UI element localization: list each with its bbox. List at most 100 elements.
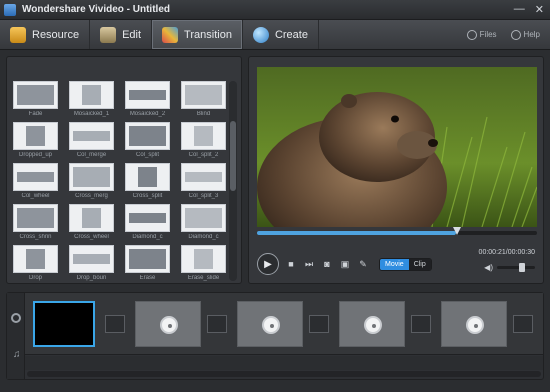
transition-item[interactable]: Dropped_up	[13, 122, 58, 162]
help-label: Help	[523, 29, 540, 39]
transition-label: Cross_shrin	[19, 234, 52, 240]
close-button[interactable]: ✕	[535, 3, 544, 16]
transition-item[interactable]: Col_wheel	[13, 163, 58, 203]
transition-label: Dropped_up	[18, 152, 53, 158]
transition-item[interactable]: Cross_shrin	[13, 204, 58, 244]
transition-preview-shape	[26, 249, 45, 269]
main-toolbar: Resource Edit Transition Create Files He…	[0, 20, 550, 50]
transition-thumbnail	[69, 204, 114, 232]
video-preview[interactable]	[257, 67, 537, 227]
tab-resource-label: Resource	[32, 28, 80, 41]
transition-item[interactable]: Diamond_c	[125, 204, 170, 244]
transition-thumbnail	[181, 163, 226, 191]
transition-item[interactable]: Drop_boun	[69, 245, 114, 281]
mode-clip-button[interactable]: Clip	[408, 258, 431, 270]
title-bar: Wondershare Vivideo - Untitled — ✕	[0, 0, 550, 20]
transition-item[interactable]: Cross_split	[125, 163, 170, 203]
transition-thumbnail	[13, 204, 58, 232]
transition-thumbnail	[13, 163, 58, 191]
timeline-clip-empty[interactable]	[339, 301, 405, 347]
transition-slot[interactable]	[105, 315, 125, 333]
transition-preview-shape	[194, 126, 213, 146]
transition-thumbnail	[125, 81, 170, 109]
help-button[interactable]: Help	[510, 29, 540, 40]
snapshot-button[interactable]: ◙	[321, 258, 333, 270]
timeline-clip-empty[interactable]	[135, 301, 201, 347]
fullscreen-button[interactable]: ▣	[339, 258, 351, 270]
player-controls: ▶ ■ ⏭ ◙ ▣ ✎ Movie Clip	[257, 253, 432, 275]
transition-preview-shape	[185, 85, 222, 105]
files-label: Files	[479, 29, 497, 39]
tab-edit[interactable]: Edit	[90, 20, 153, 49]
transition-label: Col_split_3	[188, 193, 219, 199]
seek-handle[interactable]	[453, 227, 461, 235]
transition-item[interactable]: Col_merge	[69, 122, 114, 162]
transition-item[interactable]: Diamond_c	[181, 204, 226, 244]
transition-preview-shape	[73, 254, 110, 264]
timeline-clip-empty[interactable]	[237, 301, 303, 347]
tab-transition-label: Transition	[184, 28, 232, 41]
transition-preview-shape	[17, 172, 54, 182]
mode-movie-button[interactable]: Movie	[380, 258, 409, 270]
transition-item[interactable]: Cross_merg	[69, 163, 114, 203]
transition-label: Erase	[139, 275, 156, 281]
transition-preview-shape	[129, 126, 166, 146]
transition-slot[interactable]	[513, 315, 533, 333]
volume-handle[interactable]	[519, 263, 525, 272]
transition-slot[interactable]	[411, 315, 431, 333]
resource-icon	[10, 26, 26, 43]
transition-label: Erase_slide	[187, 275, 220, 281]
transition-thumbnail	[69, 245, 114, 273]
timeline-panel: ♫	[6, 292, 544, 380]
play-button[interactable]: ▶	[257, 253, 279, 275]
files-button[interactable]: Files	[466, 29, 497, 40]
volume-slider[interactable]	[497, 263, 535, 272]
transition-item[interactable]: Col_split	[125, 122, 170, 162]
transition-item[interactable]: Erase_slide	[181, 245, 226, 281]
help-icon	[510, 29, 521, 40]
transition-label: Col_wheel	[21, 193, 50, 199]
tab-create[interactable]: Create	[243, 20, 319, 49]
edit-clip-button[interactable]: ✎	[357, 258, 369, 270]
transition-preview-shape	[73, 167, 110, 187]
seek-bar[interactable]	[257, 227, 537, 235]
transition-item[interactable]: Drop	[13, 245, 58, 281]
transition-preview-shape	[129, 249, 166, 269]
transition-scrollbar[interactable]	[229, 81, 237, 281]
transition-label: Drop	[28, 275, 42, 281]
transition-item[interactable]: Blind	[181, 81, 226, 121]
tab-transition[interactable]: Transition	[152, 20, 243, 49]
film-reel-icon	[466, 316, 484, 334]
volume-icon[interactable]: ◀)	[484, 263, 493, 272]
transition-item[interactable]: Fade	[13, 81, 58, 121]
transition-thumbnail	[125, 122, 170, 150]
film-reel-icon	[160, 316, 178, 334]
transition-icon	[162, 26, 179, 43]
transition-preview-shape	[82, 208, 101, 228]
minimize-button[interactable]: —	[514, 3, 525, 16]
transition-item[interactable]: Cross_wheel	[69, 204, 114, 244]
transition-preview-shape	[194, 249, 213, 269]
scrollbar-thumb[interactable]	[230, 121, 236, 191]
tab-resource[interactable]: Resource	[0, 20, 91, 49]
audio-track[interactable]	[25, 356, 543, 370]
transition-item[interactable]: Mosaicked_1	[69, 81, 114, 121]
transition-item[interactable]: Erase	[125, 245, 170, 281]
timeline-side: ♫	[7, 293, 25, 379]
transition-preview-shape	[129, 213, 166, 223]
transition-preview-shape	[17, 85, 54, 105]
transition-item[interactable]: Col_split_2	[181, 122, 226, 162]
timeline-clip-selected[interactable]	[33, 301, 95, 347]
transition-slot[interactable]	[309, 315, 329, 333]
next-frame-button[interactable]: ⏭	[303, 258, 315, 270]
transition-preview-shape	[26, 126, 45, 146]
transition-item[interactable]: Col_split_3	[181, 163, 226, 203]
stop-button[interactable]: ■	[285, 258, 297, 270]
next-frame-icon: ⏭	[304, 258, 314, 269]
transition-thumbnail	[181, 122, 226, 150]
timeline-scrollbar[interactable]	[27, 371, 541, 377]
transition-slot[interactable]	[207, 315, 227, 333]
transition-grid: Fade Mosaicked_1 Mosaicked_2 Blind Dropped_u…	[11, 81, 231, 281]
timeline-clip-empty[interactable]	[441, 301, 507, 347]
transition-item[interactable]: Mosaicked_2	[125, 81, 170, 121]
